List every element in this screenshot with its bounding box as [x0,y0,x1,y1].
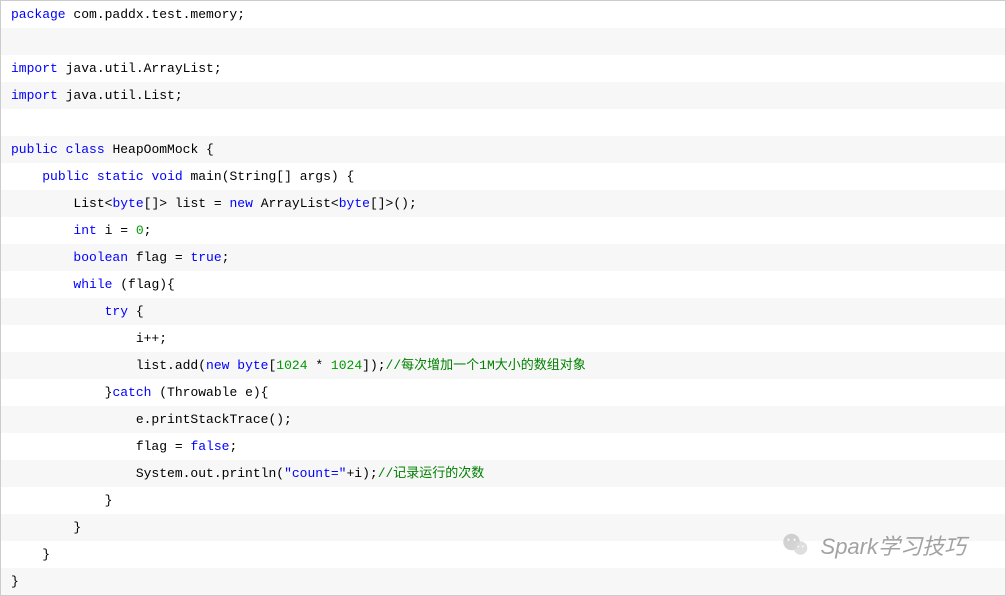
code-token-plain: main(String[] args) { [183,169,355,184]
code-line: } [1,487,1005,514]
code-token-plain: flag = [136,439,191,454]
code-token-plain: { [128,304,144,319]
code-line: list.add(new byte[1024 * 1024]);//每次增加一个… [1,352,1005,379]
code-token-plain: i = [97,223,136,238]
code-line: import java.util.ArrayList; [1,55,1005,82]
code-token-plain: ; [144,223,152,238]
code-token-plain: (Throwable e){ [151,385,268,400]
code-line: while (flag){ [1,271,1005,298]
code-line: flag = false; [1,433,1005,460]
code-token-plain: List< [73,196,112,211]
watermark: Spark学习技巧 [781,529,966,561]
code-token-keyword: import [11,88,58,103]
code-token-plain: } [11,574,19,589]
code-token-plain: ; [222,250,230,265]
code-token-plain: i++; [136,331,167,346]
code-token-plain: ; [229,439,237,454]
code-token-plain: flag = [128,250,190,265]
code-token-keyword: class [66,142,105,157]
code-line: int i = 0; [1,217,1005,244]
code-token-plain [58,142,66,157]
code-token-number: 0 [136,223,144,238]
code-token-plain: com.paddx.test.memory; [66,7,245,22]
code-line: }catch (Throwable e){ [1,379,1005,406]
code-token-plain: HeapOomMock { [105,142,214,157]
code-token-string: "count=" [284,466,346,481]
code-line [1,109,1005,136]
code-line: public class HeapOomMock { [1,136,1005,163]
code-token-keyword: byte [237,358,268,373]
code-token-comment: //每次增加一个1M大小的数组对象 [386,358,586,373]
code-token-plain: java.util.List; [58,88,183,103]
code-token-plain: java.util.ArrayList; [58,61,222,76]
code-token-plain: System.out.println( [136,466,284,481]
code-line: try { [1,298,1005,325]
code-token-keyword: byte [339,196,370,211]
code-token-plain: ArrayList< [253,196,339,211]
code-line [1,28,1005,55]
code-token-plain: ]); [362,358,385,373]
code-token-number: 1024 [276,358,307,373]
code-block: package com.paddx.test.memory; import ja… [0,0,1006,596]
code-line: package com.paddx.test.memory; [1,1,1005,28]
code-token-keyword: catch [112,385,151,400]
code-token-plain: +i); [346,466,377,481]
code-line: public static void main(String[] args) { [1,163,1005,190]
code-token-keyword: new [229,196,252,211]
code-line: import java.util.List; [1,82,1005,109]
code-token-keyword: public [11,142,58,157]
code-token-keyword: package [11,7,66,22]
code-token-plain: (flag){ [112,277,174,292]
code-token-plain: } [73,520,81,535]
code-token-keyword: false [190,439,229,454]
code-line: List<byte[]> list = new ArrayList<byte[]… [1,190,1005,217]
code-token-keyword: static [97,169,144,184]
code-token-keyword: void [151,169,182,184]
code-token-keyword: new [206,358,229,373]
code-token-plain: []> list = [144,196,230,211]
code-token-keyword: int [73,223,96,238]
code-token-keyword: import [11,61,58,76]
code-token-keyword: while [73,277,112,292]
code-token-keyword: boolean [73,250,128,265]
code-token-plain [89,169,97,184]
code-token-comment: //记录运行的次数 [378,466,485,481]
code-token-plain: } [105,493,113,508]
code-token-plain: } [42,547,50,562]
code-token-keyword: byte [112,196,143,211]
code-token-plain: list.add( [136,358,206,373]
code-line: i++; [1,325,1005,352]
code-line: System.out.println("count="+i);//记录运行的次数 [1,460,1005,487]
code-token-plain: e.printStackTrace(); [136,412,292,427]
code-token-plain: * [308,358,331,373]
code-line: boolean flag = true; [1,244,1005,271]
code-token-keyword: public [42,169,89,184]
code-token-keyword: true [190,250,221,265]
code-line: e.printStackTrace(); [1,406,1005,433]
wechat-icon [781,530,811,560]
watermark-text: Spark学习技巧 [821,529,966,561]
code-token-plain: []>(); [370,196,417,211]
code-token-number: 1024 [331,358,362,373]
code-token-keyword: try [105,304,128,319]
